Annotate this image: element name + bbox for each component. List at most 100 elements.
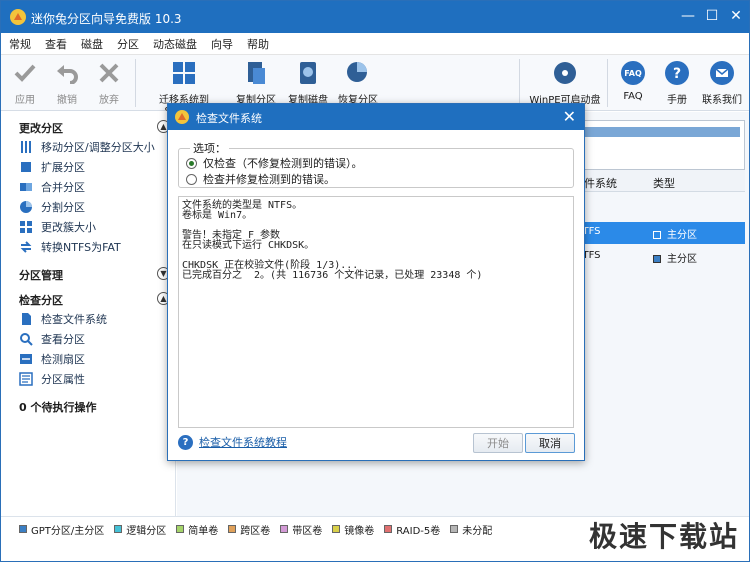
primary-partition-swatch — [653, 255, 661, 263]
undo-arrow-icon — [51, 59, 83, 87]
maximize-button[interactable]: ☐ — [703, 7, 721, 25]
legend-gpt-primary: GPT分区/主分区 — [19, 522, 104, 537]
copy-disk-button[interactable]: 复制磁盘 — [285, 59, 331, 106]
minimize-button[interactable]: — — [679, 7, 697, 25]
title-bar: 迷你兔分区向导免费版 10.3 — ☐ ✕ — [1, 1, 749, 33]
apply-button[interactable]: 应用 — [7, 59, 43, 106]
menu-bar: 常规 查看 磁盘 分区 动态磁盘 向导 帮助 — [1, 33, 749, 55]
legend-label: 跨区卷 — [240, 525, 271, 537]
disk-scan-icon — [19, 352, 33, 366]
legend-label: RAID-5卷 — [396, 525, 441, 537]
sidebar-item-check-file-system[interactable]: 检查文件系统 — [19, 311, 107, 327]
legend-spanned: 跨区卷 — [228, 522, 270, 537]
undo-button[interactable]: 撤销 — [47, 59, 87, 106]
radio-label: 检查并修复检测到的错误。 — [203, 173, 335, 186]
chkdsk-output: 文件系统的类型是 NTFS。 卷标是 Win7。 警告！未指定 F 参数 在只读… — [178, 196, 574, 428]
legend-label: 镜像卷 — [344, 525, 375, 537]
app-logo-icon — [175, 110, 189, 124]
sliders-icon — [19, 140, 33, 154]
toolbar-separator — [519, 59, 520, 107]
faq-icon: FAQ — [617, 59, 649, 87]
winpe-bootable-button[interactable]: WinPE可启动盘 — [529, 59, 601, 106]
discard-button[interactable]: 放弃 — [89, 59, 129, 106]
legend-label: 逻辑分区 — [126, 525, 167, 537]
options-label: 选项： — [190, 140, 229, 156]
table-row[interactable]: NTFS 主分区 — [573, 222, 745, 244]
radio-check-only[interactable]: 仅检查（不修复检测到的错误）。 — [186, 155, 363, 171]
recover-partition-button[interactable]: 恢复分区 — [335, 59, 381, 106]
windows-migrate-icon — [168, 59, 200, 87]
legend-swatch — [450, 525, 459, 533]
help-tutorial-link[interactable]: 检查文件系统教程 — [199, 434, 287, 450]
document-check-icon — [19, 312, 33, 326]
toolbar-separator — [135, 59, 136, 107]
legend-raid5: RAID-5卷 — [384, 522, 440, 537]
disk-usage-bar[interactable] — [573, 120, 745, 170]
table-row[interactable]: NTFS 主分区 — [573, 246, 745, 268]
copy-partition-icon — [240, 59, 272, 87]
sidebar-item-partition-properties[interactable]: 分区属性 — [19, 371, 85, 387]
cancel-button[interactable]: 取消 — [525, 433, 575, 453]
cell-type-label: 主分区 — [667, 230, 697, 241]
menu-partition[interactable]: 分区 — [117, 36, 139, 52]
question-icon: ? — [661, 59, 693, 87]
sidebar-item-explore-partition[interactable]: 查看分区 — [19, 331, 85, 347]
sidebar-item-move-resize[interactable]: 移动分区/调整分区大小 — [19, 139, 155, 155]
menu-general[interactable]: 常规 — [9, 36, 31, 52]
menu-help[interactable]: 帮助 — [247, 36, 269, 52]
cell-type: 主分区 — [653, 226, 697, 241]
mail-icon — [706, 59, 738, 87]
grid-icon — [19, 220, 33, 234]
check-file-system-dialog: 检查文件系统 ✕ 选项： 仅检查（不修复检测到的错误）。 检查并修复检测到的错误… — [167, 103, 585, 461]
help-question-icon: ? — [178, 434, 193, 450]
recover-partition-icon — [342, 59, 374, 87]
legend-unallocated: 未分配 — [450, 522, 492, 537]
cell-type: 主分区 — [653, 250, 697, 265]
close-button[interactable]: ✕ — [727, 7, 745, 25]
help-link-row: ? 检查文件系统教程 — [178, 434, 287, 450]
legend-label: 未分配 — [462, 525, 493, 537]
legend-swatch — [19, 525, 27, 533]
legend-label: GPT分区/主分区 — [31, 525, 105, 537]
sidebar-item-merge[interactable]: 合并分区 — [19, 179, 85, 195]
start-button[interactable]: 开始 — [473, 433, 523, 453]
menu-wizard[interactable]: 向导 — [211, 36, 233, 52]
manual-button[interactable]: ? 手册 — [659, 59, 695, 106]
legend-swatch — [280, 525, 289, 533]
dialog-close-icon[interactable]: ✕ — [563, 107, 576, 126]
legend-swatch — [384, 525, 393, 533]
sidebar-item-extend[interactable]: 扩展分区 — [19, 159, 85, 175]
pending-operations: 0 个待执行操作 — [19, 401, 97, 414]
svg-text:FAQ: FAQ — [624, 69, 642, 78]
legend-label: 带区卷 — [292, 525, 323, 537]
legend-swatch — [228, 525, 237, 533]
convert-icon — [19, 240, 33, 254]
section-partition-management: 分区管理 — [19, 269, 63, 282]
faq-button[interactable]: FAQ FAQ — [615, 59, 651, 102]
legend-mirrored: 镜像卷 — [332, 522, 374, 537]
x-icon — [93, 59, 125, 87]
menu-view[interactable]: 查看 — [45, 36, 67, 52]
search-icon — [19, 332, 33, 346]
primary-partition-swatch — [653, 231, 661, 239]
sidebar-item-surface-test[interactable]: 检测扇区 — [19, 351, 85, 367]
legend-logical: 逻辑分区 — [114, 522, 166, 537]
dialog-title: 检查文件系统 — [196, 112, 262, 125]
menu-disk[interactable]: 磁盘 — [81, 36, 103, 52]
properties-icon — [19, 372, 33, 386]
copy-partition-button[interactable]: 复制分区 — [233, 59, 279, 106]
contact-button[interactable]: 联系我们 — [701, 59, 743, 106]
radio-label: 仅检查（不修复检测到的错误）。 — [203, 157, 363, 170]
checkmark-icon — [9, 59, 41, 87]
cd-icon — [549, 59, 581, 87]
legend-striped: 带区卷 — [280, 522, 322, 537]
menu-dynamic-disk[interactable]: 动态磁盘 — [153, 36, 197, 52]
legend-swatch — [114, 525, 123, 533]
sidebar-item-convert-ntfs-fat[interactable]: 转换NTFS为FAT — [19, 239, 121, 255]
merge-icon — [19, 180, 33, 194]
app-logo-icon — [10, 9, 26, 25]
sidebar-item-cluster-size[interactable]: 更改簇大小 — [19, 219, 96, 235]
radio-check-and-fix[interactable]: 检查并修复检测到的错误。 — [186, 171, 335, 187]
sidebar-item-split[interactable]: 分割分区 — [19, 199, 85, 215]
toolbar-separator — [607, 59, 608, 107]
